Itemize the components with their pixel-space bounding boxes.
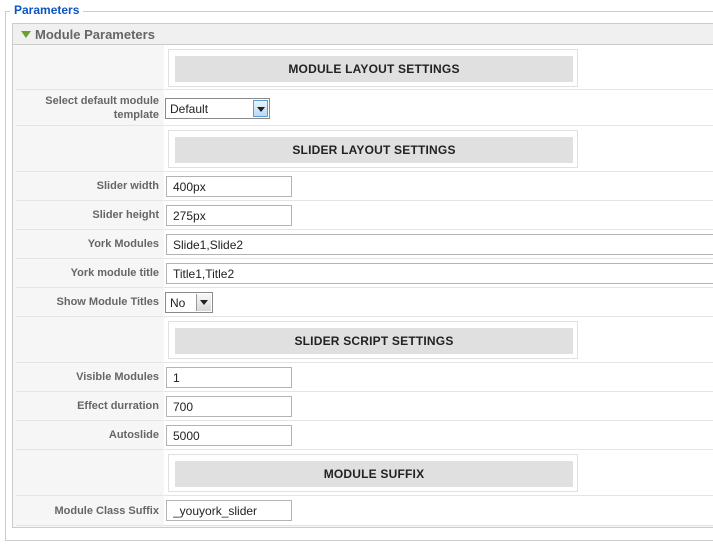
show-module-titles-label: Show Module Titles (16, 288, 163, 317)
effect-durration-label: Effect durration (16, 392, 163, 421)
expand-triangle-icon[interactable] (21, 31, 31, 38)
york-module-title-row: York module title (16, 259, 713, 288)
section-row-module-suffix: MODULE SUFFIX (16, 450, 713, 496)
module-class-suffix-row: Module Class Suffix (16, 496, 713, 526)
chevron-down-icon[interactable] (196, 294, 211, 311)
visible-modules-input[interactable] (166, 367, 292, 388)
slider-height-row: Slider height (16, 201, 713, 230)
module-parameters-header[interactable]: Module Parameters (13, 24, 713, 45)
section-header-module-layout: MODULE LAYOUT SETTINGS (175, 56, 573, 82)
template-label: Select default module template (16, 90, 163, 126)
section-header-slider-layout: SLIDER LAYOUT SETTINGS (175, 137, 573, 163)
template-select[interactable]: Default (165, 98, 270, 119)
module-class-suffix-label: Module Class Suffix (16, 496, 163, 526)
autoslide-input[interactable] (166, 425, 292, 446)
autoslide-row: Autoslide (16, 421, 713, 450)
slider-width-label: Slider width (16, 172, 163, 201)
slider-width-input[interactable] (166, 176, 292, 197)
section-row-module-layout: MODULE LAYOUT SETTINGS (16, 45, 713, 90)
show-module-titles-select[interactable]: No (165, 292, 213, 313)
visible-modules-row: Visible Modules (16, 363, 713, 392)
section-header-slider-script: SLIDER SCRIPT SETTINGS (175, 328, 573, 354)
show-module-titles-row: Show Module Titles No (16, 288, 713, 317)
slider-height-input[interactable] (166, 205, 292, 226)
autoslide-label: Autoslide (16, 421, 163, 450)
slider-height-label: Slider height (16, 201, 163, 230)
slider-width-row: Slider width (16, 172, 713, 201)
module-class-suffix-input[interactable] (166, 500, 292, 521)
effect-durration-input[interactable] (166, 396, 292, 417)
york-module-title-label: York module title (16, 259, 163, 288)
section-row-slider-script: SLIDER SCRIPT SETTINGS (16, 317, 713, 363)
section-header-module-suffix: MODULE SUFFIX (175, 461, 573, 487)
template-row: Select default module template Default (16, 90, 713, 126)
york-modules-row: York Modules (16, 230, 713, 259)
effect-durration-row: Effect durration (16, 392, 713, 421)
york-module-title-input[interactable] (166, 263, 713, 284)
chevron-down-icon[interactable] (253, 100, 268, 117)
visible-modules-label: Visible Modules (16, 363, 163, 392)
parameters-legend: Parameters (10, 3, 84, 17)
york-modules-label: York Modules (16, 230, 163, 259)
section-row-slider-layout: SLIDER LAYOUT SETTINGS (16, 126, 713, 172)
module-parameters-panel: Module Parameters MODULE LAYOUT SETTINGS… (12, 23, 713, 528)
york-modules-input[interactable] (166, 234, 713, 255)
panel-title: Module Parameters (35, 27, 155, 42)
